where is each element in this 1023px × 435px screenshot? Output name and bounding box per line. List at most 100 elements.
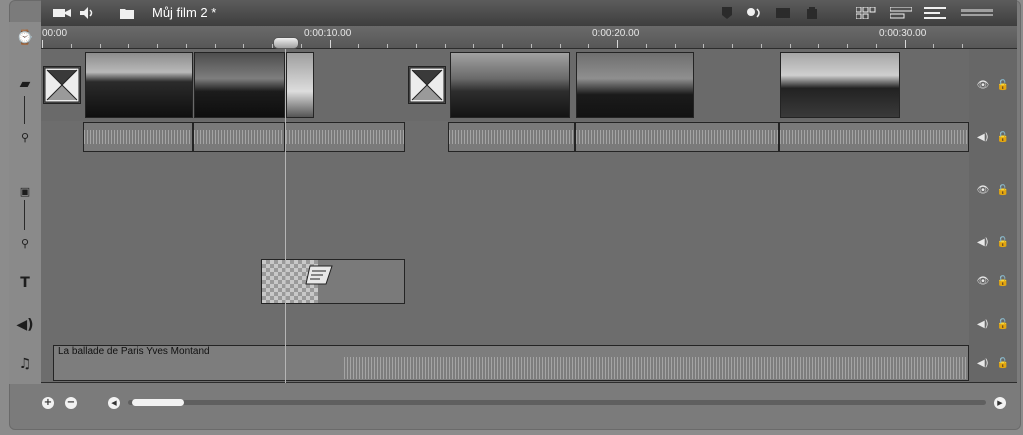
ruler-label-30: 0:00:30.00 — [879, 28, 927, 39]
ruler-tick — [559, 44, 561, 48]
title-track-icon[interactable]: T — [13, 272, 37, 294]
title-track[interactable] — [41, 258, 969, 306]
ruler-tick — [732, 44, 733, 48]
folder-icon[interactable] — [119, 4, 135, 22]
ruler-tick — [674, 44, 676, 48]
ruler-tick — [444, 44, 446, 48]
scroll-right-button[interactable]: ▶ — [994, 397, 1006, 409]
overlay-track-controls: 👁 🔓 — [969, 153, 1017, 228]
ruler-tick — [473, 44, 475, 48]
project-title: Můj film 2 * — [152, 5, 217, 20]
ruler-tick — [789, 44, 791, 48]
lock-icon[interactable]: 🔓 — [997, 358, 1009, 369]
eye-icon[interactable]: 👁 — [977, 276, 990, 287]
time-ruler[interactable] — [41, 26, 1017, 49]
ruler-tick — [185, 44, 187, 48]
marker-icon[interactable] — [720, 4, 734, 22]
track-link-line — [24, 96, 25, 124]
lock-icon[interactable]: 🔓 — [997, 185, 1009, 196]
title-editor-icon[interactable] — [304, 262, 334, 288]
audio-clip[interactable] — [285, 122, 405, 152]
ruler-tick — [933, 44, 935, 48]
ruler-tick — [157, 44, 158, 48]
overlay-track-icon[interactable]: ▣ — [13, 180, 37, 202]
snapshot-icon[interactable] — [775, 4, 791, 22]
zoom-out-button[interactable]: − — [65, 397, 77, 409]
zoom-in-button[interactable]: + — [42, 397, 54, 409]
speaker-icon[interactable] — [79, 4, 97, 22]
camcorder-icon[interactable] — [52, 4, 72, 22]
ruler-tick — [415, 44, 417, 48]
audio-clip[interactable] — [779, 122, 969, 152]
ruler-tick — [243, 44, 245, 48]
ruler-tick — [358, 44, 360, 48]
speaker-icon[interactable]: ◀) — [977, 319, 989, 330]
ruler-tick — [588, 44, 590, 48]
speaker-icon[interactable]: ◀) — [977, 237, 989, 248]
lock-icon[interactable]: 🔓 — [997, 276, 1009, 287]
lock-icon[interactable]: 🔓 — [997, 132, 1009, 143]
voiceover-icon[interactable] — [745, 4, 765, 22]
ruler-tick — [962, 44, 963, 48]
video-track-icon[interactable]: ▰ — [13, 73, 37, 95]
ruler-tick — [645, 44, 647, 48]
audio-clip[interactable] — [83, 122, 193, 152]
text-view-icon[interactable] — [923, 4, 947, 22]
speaker-icon[interactable]: ◀) — [977, 358, 989, 369]
track-link-line — [24, 200, 25, 230]
ruler-tick — [70, 44, 72, 48]
overlay-audio-icon[interactable]: ⚲ — [13, 232, 37, 254]
lock-icon[interactable]: 🔓 — [997, 319, 1009, 330]
zoom-slider-icon[interactable] — [960, 4, 994, 22]
ruler-tick — [818, 44, 820, 48]
audio-link-icon[interactable]: ⚲ — [13, 126, 37, 148]
trash-icon[interactable] — [805, 4, 819, 22]
overlay-audio-controls: ◀) 🔓 — [969, 227, 1017, 259]
ruler-tick — [502, 44, 503, 48]
overlay-audio-track[interactable] — [41, 227, 969, 259]
title-track-controls: 👁 🔓 — [969, 258, 1017, 306]
playhead-scrubber[interactable] — [273, 37, 299, 49]
eye-icon[interactable]: 👁 — [977, 80, 990, 91]
timeline-view-icon[interactable] — [889, 4, 913, 22]
lock-icon[interactable]: 🔓 — [997, 237, 1009, 248]
speaker-icon[interactable]: ◀) — [977, 132, 989, 143]
audio-clip[interactable] — [448, 122, 575, 152]
video-track-controls: 👁 🔓 — [969, 49, 1017, 122]
clock-icon[interactable]: ⌚ — [13, 27, 37, 49]
video-clip[interactable] — [85, 52, 193, 118]
ruler-tick — [760, 44, 762, 48]
overlay-track[interactable] — [41, 153, 969, 228]
ruler-label-20: 0:00:20.00 — [592, 28, 640, 39]
video-clip[interactable] — [450, 52, 570, 118]
playhead-line — [285, 40, 286, 383]
audio-clip[interactable] — [575, 122, 779, 152]
music-clip-label: La ballade de Paris Yves Montand — [58, 346, 210, 357]
ruler-tick — [128, 44, 130, 48]
ruler-tick — [875, 44, 877, 48]
ruler-tick — [847, 44, 848, 48]
timeline-scrollbar-track[interactable] — [128, 400, 986, 405]
storyboard-view-icon[interactable] — [855, 4, 877, 22]
sound-effect-track[interactable] — [41, 305, 969, 345]
lock-icon[interactable]: 🔓 — [997, 80, 1009, 91]
video-clip[interactable] — [780, 52, 900, 118]
transition-clip[interactable] — [408, 66, 446, 104]
timeline-scrollbar-thumb[interactable] — [132, 399, 184, 406]
ruler-tick — [703, 44, 705, 48]
ruler-tick — [617, 40, 618, 48]
sound-effect-controls: ◀) 🔓 — [969, 305, 1017, 345]
ruler-tick — [329, 40, 331, 48]
video-clip[interactable] — [576, 52, 694, 118]
video-clip[interactable] — [194, 52, 285, 118]
ruler-tick — [530, 44, 532, 48]
ruler-tick — [387, 44, 388, 48]
audio-clip[interactable] — [193, 122, 285, 152]
music-track-icon[interactable]: ♫ — [13, 353, 37, 375]
video-clip[interactable] — [286, 52, 314, 118]
transition-clip[interactable] — [43, 66, 81, 104]
sound-track-icon[interactable]: ◀) — [13, 314, 37, 336]
eye-icon[interactable]: 👁 — [977, 185, 990, 196]
scroll-left-button[interactable]: ◀ — [108, 397, 120, 409]
ruler-tick — [300, 44, 302, 48]
